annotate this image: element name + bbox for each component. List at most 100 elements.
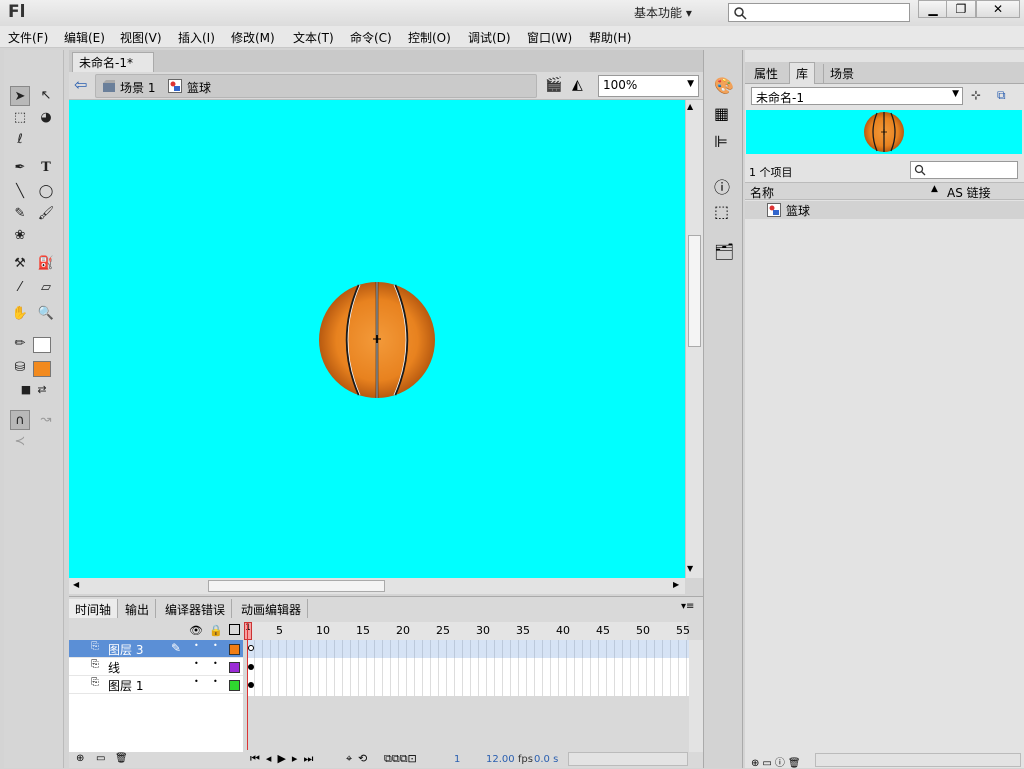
hand-tool-icon[interactable]: ✋ xyxy=(10,304,30,324)
menu-control[interactable]: 控制(O) xyxy=(408,29,451,46)
zoom-select[interactable]: 100% ▼ xyxy=(598,75,699,97)
library-item[interactable]: 篮球 xyxy=(745,201,1024,219)
visibility-dot-icon[interactable]: • xyxy=(194,659,199,668)
library-hscroll[interactable] xyxy=(815,753,1021,767)
layer-name[interactable]: 线 xyxy=(108,659,120,676)
layer-row[interactable]: ⎘ 图层 3 ✎ • • xyxy=(69,640,243,658)
timeline-vscroll[interactable] xyxy=(689,640,703,752)
new-folder-icon[interactable]: ▭ xyxy=(96,753,105,764)
outline-icon[interactable] xyxy=(229,624,240,635)
tab-properties[interactable]: 属性 xyxy=(748,64,784,83)
scroll-up-icon[interactable]: ▲ xyxy=(687,102,693,111)
restore-button[interactable]: ❐ xyxy=(946,0,976,18)
lock-dot-icon[interactable]: • xyxy=(213,677,218,686)
layer-name[interactable]: 图层 1 xyxy=(108,677,143,694)
components-panel-icon[interactable]: 🗂 xyxy=(714,242,734,261)
eye-icon[interactable]: 👁 xyxy=(189,624,203,637)
timeline-hscroll[interactable] xyxy=(568,752,688,766)
workspace-switcher[interactable]: 基本功能 ▾ xyxy=(634,4,714,20)
menu-debug[interactable]: 调试(D) xyxy=(468,29,511,46)
tab-output[interactable]: 输出 xyxy=(119,599,157,618)
menu-edit[interactable]: 编辑(E) xyxy=(64,29,105,46)
menu-commands[interactable]: 命令(C) xyxy=(350,29,392,46)
first-frame-icon[interactable]: ⏮ xyxy=(250,752,266,765)
3d-rotation-tool-icon[interactable]: ◕ xyxy=(36,108,56,128)
pin-library-icon[interactable]: ⊹ xyxy=(971,88,981,102)
column-link-header[interactable]: AS 链接 xyxy=(947,184,991,201)
lock-dot-icon[interactable]: • xyxy=(213,659,218,668)
breadcrumb-symbol[interactable]: 篮球 xyxy=(187,79,211,96)
last-frame-icon[interactable]: ⏭ xyxy=(303,752,319,765)
playback-controls[interactable]: ⏮◂▶▸⏭ xyxy=(250,752,319,766)
fill-color-icon[interactable]: ⛁ xyxy=(10,358,30,378)
back-arrow-icon[interactable]: ⇦ xyxy=(74,76,92,94)
current-frame[interactable]: 1 xyxy=(454,754,460,765)
edit-scene-icon[interactable]: 🎬 xyxy=(545,77,565,97)
bone-tool-icon[interactable]: ⚒ xyxy=(10,254,30,274)
fill-color-swatch[interactable] xyxy=(33,361,51,377)
tab-timeline[interactable]: 时间轴 xyxy=(69,599,119,618)
play-icon[interactable]: ▶ xyxy=(277,752,291,765)
center-frame-icon[interactable]: ⌖ xyxy=(346,752,352,766)
basketball-symbol[interactable] xyxy=(317,280,437,400)
straighten-icon[interactable]: ≺ xyxy=(10,432,30,452)
subselection-tool-icon[interactable]: ↖ xyxy=(36,86,56,106)
tab-scene[interactable]: 场景 xyxy=(823,64,860,83)
delete-layer-icon[interactable]: 🗑 xyxy=(115,753,128,764)
menu-text[interactable]: 文本(T) xyxy=(293,29,334,46)
menu-view[interactable]: 视图(V) xyxy=(120,29,162,46)
new-layer-icon[interactable]: ⊕ xyxy=(76,753,84,764)
menu-modify[interactable]: 修改(M) xyxy=(231,29,275,46)
scroll-left-icon[interactable]: ◀ xyxy=(73,580,79,589)
layer-row[interactable]: ⎘ 线 • • xyxy=(69,658,243,676)
loop-icon[interactable]: ⟲ xyxy=(358,752,367,765)
tab-library[interactable]: 库 xyxy=(789,62,816,84)
menu-window[interactable]: 窗口(W) xyxy=(527,29,572,46)
layer-color-swatch[interactable] xyxy=(229,662,240,673)
column-name-header[interactable]: 名称 xyxy=(750,184,774,201)
frame-rate[interactable]: 12.00 fps xyxy=(486,754,533,765)
library-document-select[interactable]: 未命名-1 ▼ xyxy=(751,87,963,105)
panel-menu-icon[interactable]: ▾≡ xyxy=(681,601,694,612)
document-tab[interactable]: 未命名-1* × xyxy=(72,52,154,85)
library-footer-buttons[interactable]: ⊕▭ⓘ🗑 xyxy=(751,754,804,769)
transform-panel-icon[interactable]: ⬚ xyxy=(714,202,729,221)
minimize-button[interactable]: ▁ xyxy=(918,0,948,18)
keyframe[interactable] xyxy=(248,682,254,688)
smooth-icon[interactable]: ↝ xyxy=(36,410,56,430)
library-search-input[interactable] xyxy=(910,161,1018,179)
fps-value[interactable]: 12.00 xyxy=(486,754,515,765)
frame-ruler[interactable]: 1 5 10 15 20 25 30 35 40 45 50 55 xyxy=(244,622,690,640)
breadcrumb-scene[interactable]: 场景 1 xyxy=(120,79,155,96)
text-tool-icon[interactable]: T xyxy=(36,158,56,178)
tab-motion-editor[interactable]: 动画编辑器 xyxy=(235,599,309,618)
layer-color-swatch[interactable] xyxy=(229,644,240,655)
zoom-tool-icon[interactable]: 🔍 xyxy=(36,304,56,324)
swatches-panel-icon[interactable]: ▦ xyxy=(714,104,729,123)
layer-name[interactable]: 图层 3 xyxy=(108,641,143,658)
vertical-scroll-thumb[interactable] xyxy=(688,235,701,347)
selection-tool-icon[interactable]: ➤ xyxy=(10,86,30,106)
stroke-color-icon[interactable]: ✏ xyxy=(10,334,30,354)
frame-grid[interactable] xyxy=(247,622,689,750)
menu-file[interactable]: 文件(F) xyxy=(8,29,48,46)
free-transform-tool-icon[interactable]: ⬚ xyxy=(10,108,30,128)
snap-to-objects-icon[interactable]: ∩ xyxy=(10,410,30,430)
visibility-dot-icon[interactable]: • xyxy=(194,677,199,686)
brush-tool-icon[interactable]: 🖌 xyxy=(36,204,56,224)
align-panel-icon[interactable]: ⊫ xyxy=(714,132,728,151)
info-panel-icon[interactable]: ⓘ xyxy=(714,174,730,198)
edit-symbols-icon[interactable]: ◭ xyxy=(572,77,592,97)
help-search-input[interactable] xyxy=(728,3,910,22)
lock-dot-icon[interactable]: • xyxy=(213,641,218,650)
eraser-tool-icon[interactable]: ▱ xyxy=(36,278,56,298)
menu-help[interactable]: 帮助(H) xyxy=(589,29,631,46)
new-library-panel-icon[interactable]: ⧉ xyxy=(997,88,1006,103)
visibility-dot-icon[interactable]: • xyxy=(194,641,199,650)
onion-skin-icons[interactable]: ⧉⧉⧉⊡ xyxy=(384,752,417,766)
oval-tool-icon[interactable]: ◯ xyxy=(36,182,56,202)
lock-icon[interactable]: 🔒 xyxy=(209,624,223,637)
next-frame-icon[interactable]: ▸ xyxy=(292,752,304,765)
paint-bucket-tool-icon[interactable]: ⛽ xyxy=(36,254,56,274)
deco-tool-icon[interactable]: ❀ xyxy=(10,226,30,246)
